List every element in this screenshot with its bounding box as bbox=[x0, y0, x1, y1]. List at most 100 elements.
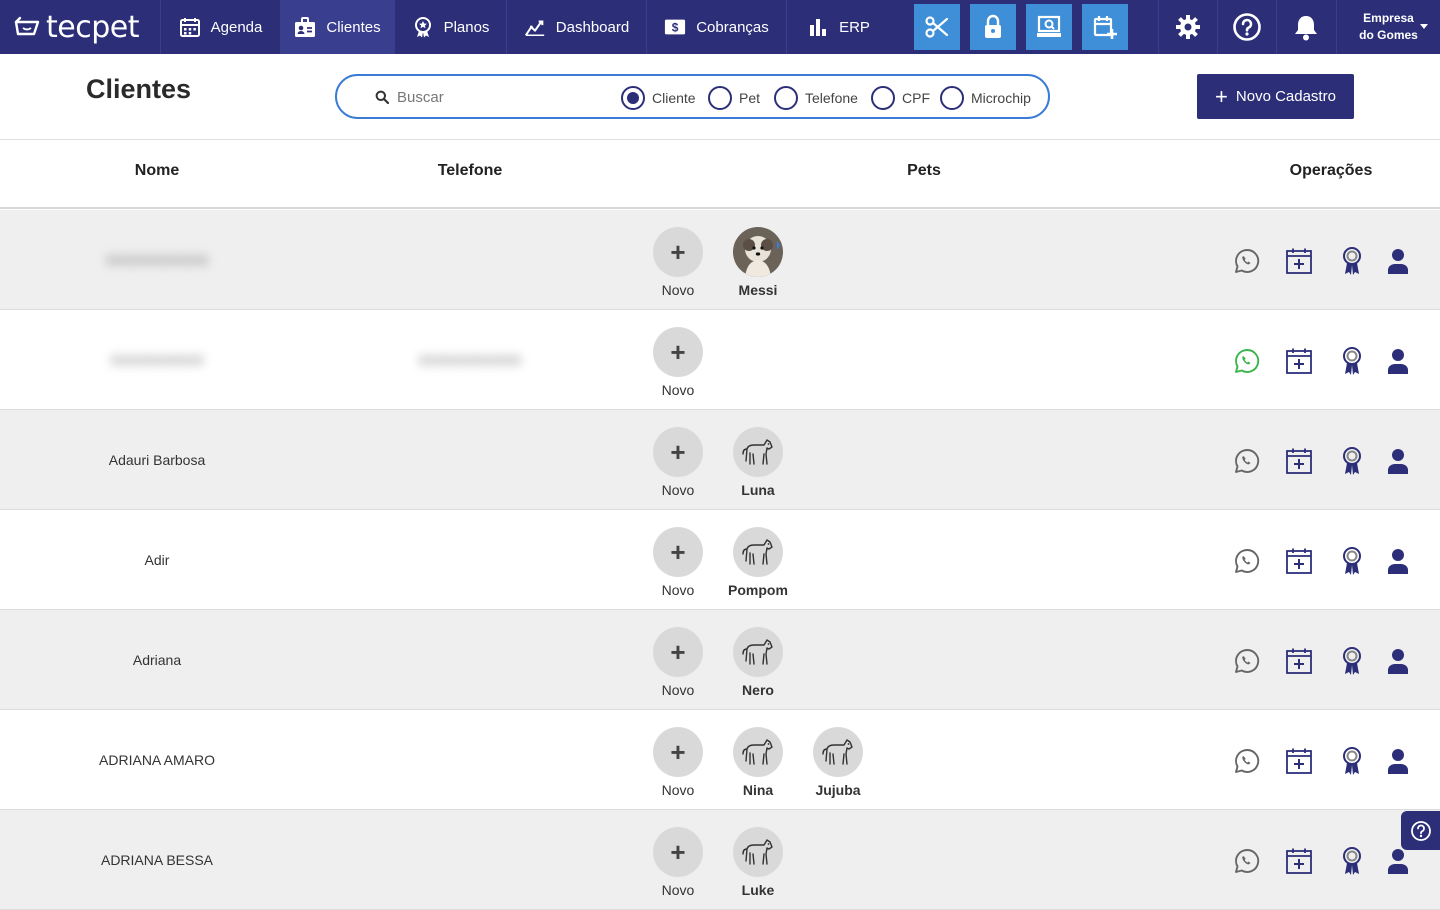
table-row[interactable]: XXXXXXXXXX XXXXXXXXXXX + Novo bbox=[0, 310, 1440, 410]
plus-icon[interactable]: + bbox=[653, 227, 703, 277]
add-pet-button[interactable]: + Novo bbox=[638, 327, 718, 398]
dog-icon[interactable] bbox=[733, 827, 783, 877]
table-row[interactable]: Adir + Novo Pompom bbox=[0, 510, 1440, 610]
dog-icon[interactable] bbox=[733, 527, 783, 577]
whatsapp-icon[interactable] bbox=[1232, 646, 1262, 676]
dog-icon[interactable] bbox=[733, 427, 783, 477]
nav-item-cobran-as[interactable]: $ Cobranças bbox=[646, 0, 786, 54]
client-name[interactable]: XXXXXXXXXXX bbox=[106, 252, 209, 268]
help-button[interactable] bbox=[1217, 0, 1275, 54]
client-profile-icon[interactable] bbox=[1383, 246, 1413, 276]
client-name[interactable]: Adir bbox=[145, 552, 170, 568]
plan-medal-icon[interactable] bbox=[1337, 546, 1367, 576]
pet-item[interactable]: Messi bbox=[718, 227, 798, 298]
table-row[interactable]: ADRIANA BESSA + Novo Luke bbox=[0, 810, 1440, 910]
plan-medal-icon[interactable] bbox=[1337, 846, 1367, 876]
nav-item-erp[interactable]: ERP bbox=[786, 0, 890, 54]
nav-item-planos[interactable]: Planos bbox=[394, 0, 506, 54]
whatsapp-icon[interactable] bbox=[1232, 246, 1262, 276]
schedule-appointment-icon[interactable] bbox=[1284, 646, 1314, 676]
plus-icon[interactable]: + bbox=[653, 627, 703, 677]
radio-button[interactable] bbox=[940, 86, 964, 110]
client-name[interactable]: XXXXXXXXXX bbox=[110, 352, 203, 368]
dog-icon[interactable] bbox=[733, 627, 783, 677]
client-name[interactable]: ADRIANA BESSA bbox=[101, 852, 213, 868]
quick-schedule-button[interactable] bbox=[1082, 4, 1128, 50]
radio-button[interactable] bbox=[708, 86, 732, 110]
schedule-appointment-icon[interactable] bbox=[1284, 246, 1314, 276]
client-profile-icon[interactable] bbox=[1383, 546, 1413, 576]
pet-item[interactable]: Nina bbox=[718, 727, 798, 798]
client-name[interactable]: ADRIANA AMARO bbox=[99, 752, 215, 768]
nav-item-dashboard[interactable]: Dashboard bbox=[506, 0, 646, 54]
search-input[interactable] bbox=[397, 86, 597, 108]
add-pet-button[interactable]: + Novo bbox=[638, 527, 718, 598]
search-filter-microchip[interactable]: Microchip bbox=[940, 86, 1031, 110]
add-pet-button[interactable]: + Novo bbox=[638, 427, 718, 498]
whatsapp-icon[interactable] bbox=[1232, 446, 1262, 476]
schedule-appointment-icon[interactable] bbox=[1284, 346, 1314, 376]
client-name[interactable]: Adriana bbox=[133, 652, 181, 668]
plus-icon[interactable]: + bbox=[653, 427, 703, 477]
plus-icon: + bbox=[1215, 83, 1228, 109]
client-profile-icon[interactable] bbox=[1383, 646, 1413, 676]
plus-icon[interactable]: + bbox=[653, 827, 703, 877]
schedule-appointment-icon[interactable] bbox=[1284, 846, 1314, 876]
plan-medal-icon[interactable] bbox=[1337, 746, 1367, 776]
pet-item[interactable]: Pompom bbox=[718, 527, 798, 598]
company-selector[interactable]: Empresa do Gomes bbox=[1336, 0, 1440, 54]
add-pet-button[interactable]: + Novo bbox=[638, 827, 718, 898]
notifications-button[interactable] bbox=[1276, 0, 1334, 54]
client-name[interactable]: Adauri Barbosa bbox=[109, 452, 206, 468]
dog-icon[interactable] bbox=[813, 727, 863, 777]
search-filter-pet[interactable]: Pet bbox=[708, 86, 760, 110]
new-registration-button[interactable]: + Novo Cadastro bbox=[1197, 74, 1354, 119]
pet-item[interactable]: Jujuba bbox=[798, 727, 878, 798]
nav-item-clientes[interactable]: Clientes bbox=[280, 0, 394, 54]
bell-icon bbox=[1294, 16, 1317, 41]
plus-icon[interactable]: + bbox=[653, 527, 703, 577]
search-filter-telefone[interactable]: Telefone bbox=[774, 86, 858, 110]
add-pet-button[interactable]: + Novo bbox=[638, 727, 718, 798]
pet-photo[interactable] bbox=[733, 227, 783, 277]
plan-medal-icon[interactable] bbox=[1337, 646, 1367, 676]
pet-item[interactable]: Luna bbox=[718, 427, 798, 498]
pet-item[interactable]: Luke bbox=[718, 827, 798, 898]
client-profile-icon[interactable] bbox=[1383, 846, 1413, 876]
dog-icon[interactable] bbox=[733, 727, 783, 777]
whatsapp-icon[interactable] bbox=[1232, 746, 1262, 776]
client-profile-icon[interactable] bbox=[1383, 346, 1413, 376]
plan-medal-icon[interactable] bbox=[1337, 446, 1367, 476]
table-row[interactable]: Adauri Barbosa + Novo Luna bbox=[0, 410, 1440, 510]
plan-medal-icon[interactable] bbox=[1337, 346, 1367, 376]
whatsapp-icon[interactable] bbox=[1232, 546, 1262, 576]
radio-button[interactable] bbox=[774, 86, 798, 110]
quick-lock-button[interactable] bbox=[970, 4, 1016, 50]
plan-medal-icon[interactable] bbox=[1337, 246, 1367, 276]
radio-button[interactable] bbox=[621, 86, 645, 110]
brand-logo[interactable]: tecpet bbox=[0, 0, 160, 54]
table-row[interactable]: Adriana + Novo Nero bbox=[0, 610, 1440, 710]
settings-button[interactable] bbox=[1158, 0, 1216, 54]
radio-button[interactable] bbox=[871, 86, 895, 110]
quick-grooming-button[interactable] bbox=[914, 4, 960, 50]
schedule-appointment-icon[interactable] bbox=[1284, 446, 1314, 476]
plus-icon[interactable]: + bbox=[653, 727, 703, 777]
client-profile-icon[interactable] bbox=[1383, 746, 1413, 776]
table-row[interactable]: ADRIANA AMARO + Novo Nina Jujuba bbox=[0, 710, 1440, 810]
floating-help-button[interactable] bbox=[1401, 811, 1440, 850]
quick-cashier-button[interactable] bbox=[1026, 4, 1072, 50]
schedule-appointment-icon[interactable] bbox=[1284, 746, 1314, 776]
schedule-appointment-icon[interactable] bbox=[1284, 546, 1314, 576]
whatsapp-icon[interactable] bbox=[1232, 846, 1262, 876]
search-filter-cliente[interactable]: Cliente bbox=[621, 86, 696, 110]
whatsapp-icon[interactable] bbox=[1232, 346, 1262, 376]
table-row[interactable]: XXXXXXXXXXX + Novo Messi bbox=[0, 210, 1440, 310]
client-profile-icon[interactable] bbox=[1383, 446, 1413, 476]
nav-item-agenda[interactable]: Agenda bbox=[160, 0, 280, 54]
add-pet-button[interactable]: + Novo bbox=[638, 627, 718, 698]
add-pet-button[interactable]: + Novo bbox=[638, 227, 718, 298]
pet-item[interactable]: Nero bbox=[718, 627, 798, 698]
search-filter-cpf[interactable]: CPF bbox=[871, 86, 930, 110]
plus-icon[interactable]: + bbox=[653, 327, 703, 377]
